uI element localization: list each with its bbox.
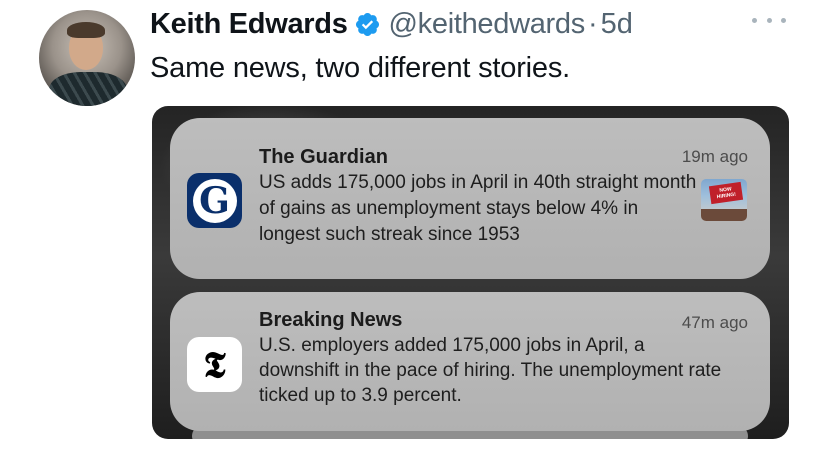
tweet-media-image[interactable]: G The Guardian 19m ago US adds 175,000 j… (152, 106, 789, 439)
guardian-app-icon: G (187, 173, 242, 228)
avatar-shirt (49, 72, 127, 106)
tweet-text: Same news, two different stories. (150, 52, 571, 84)
author-avatar[interactable] (39, 10, 135, 106)
more-options-icon[interactable] (752, 8, 786, 32)
notification-time: 47m ago (681, 313, 748, 332)
tweet-timestamp[interactable]: 5d (601, 8, 633, 41)
notification-body: U.S. employers added 175,000 jobs in Apr… (259, 335, 722, 406)
author-handle[interactable]: @keithedwards (389, 8, 586, 41)
now-hiring-sign: NOW HIRING! (708, 181, 744, 205)
notification-thumbnail: NOW HIRING! (701, 179, 747, 221)
verified-badge-icon (355, 12, 379, 36)
more-dot (781, 17, 786, 23)
avatar-hair (67, 22, 105, 38)
notification-card-guardian: G The Guardian 19m ago US adds 175,000 j… (170, 118, 770, 279)
guardian-logo-glyph: G (192, 178, 237, 223)
nyt-app-icon: 𝕿 (187, 337, 242, 392)
notification-source: Breaking News (259, 309, 403, 331)
notification-card-breaking-news: 𝕿 Breaking News 47m ago U.S. employers a… (170, 292, 770, 431)
thumbnail-building (701, 209, 747, 221)
nyt-logo-glyph: 𝕿 (203, 343, 226, 386)
notification-body: US adds 175,000 jobs in April in 40th st… (259, 172, 697, 245)
more-dot (766, 17, 772, 23)
more-dot (752, 17, 757, 23)
notification-time: 19m ago (681, 147, 748, 166)
tweet-header: Keith Edwards @keithedwards · 5d (150, 6, 633, 42)
notification-source: The Guardian (259, 146, 388, 168)
header-separator: · (587, 7, 598, 40)
author-name[interactable]: Keith Edwards (150, 8, 348, 41)
